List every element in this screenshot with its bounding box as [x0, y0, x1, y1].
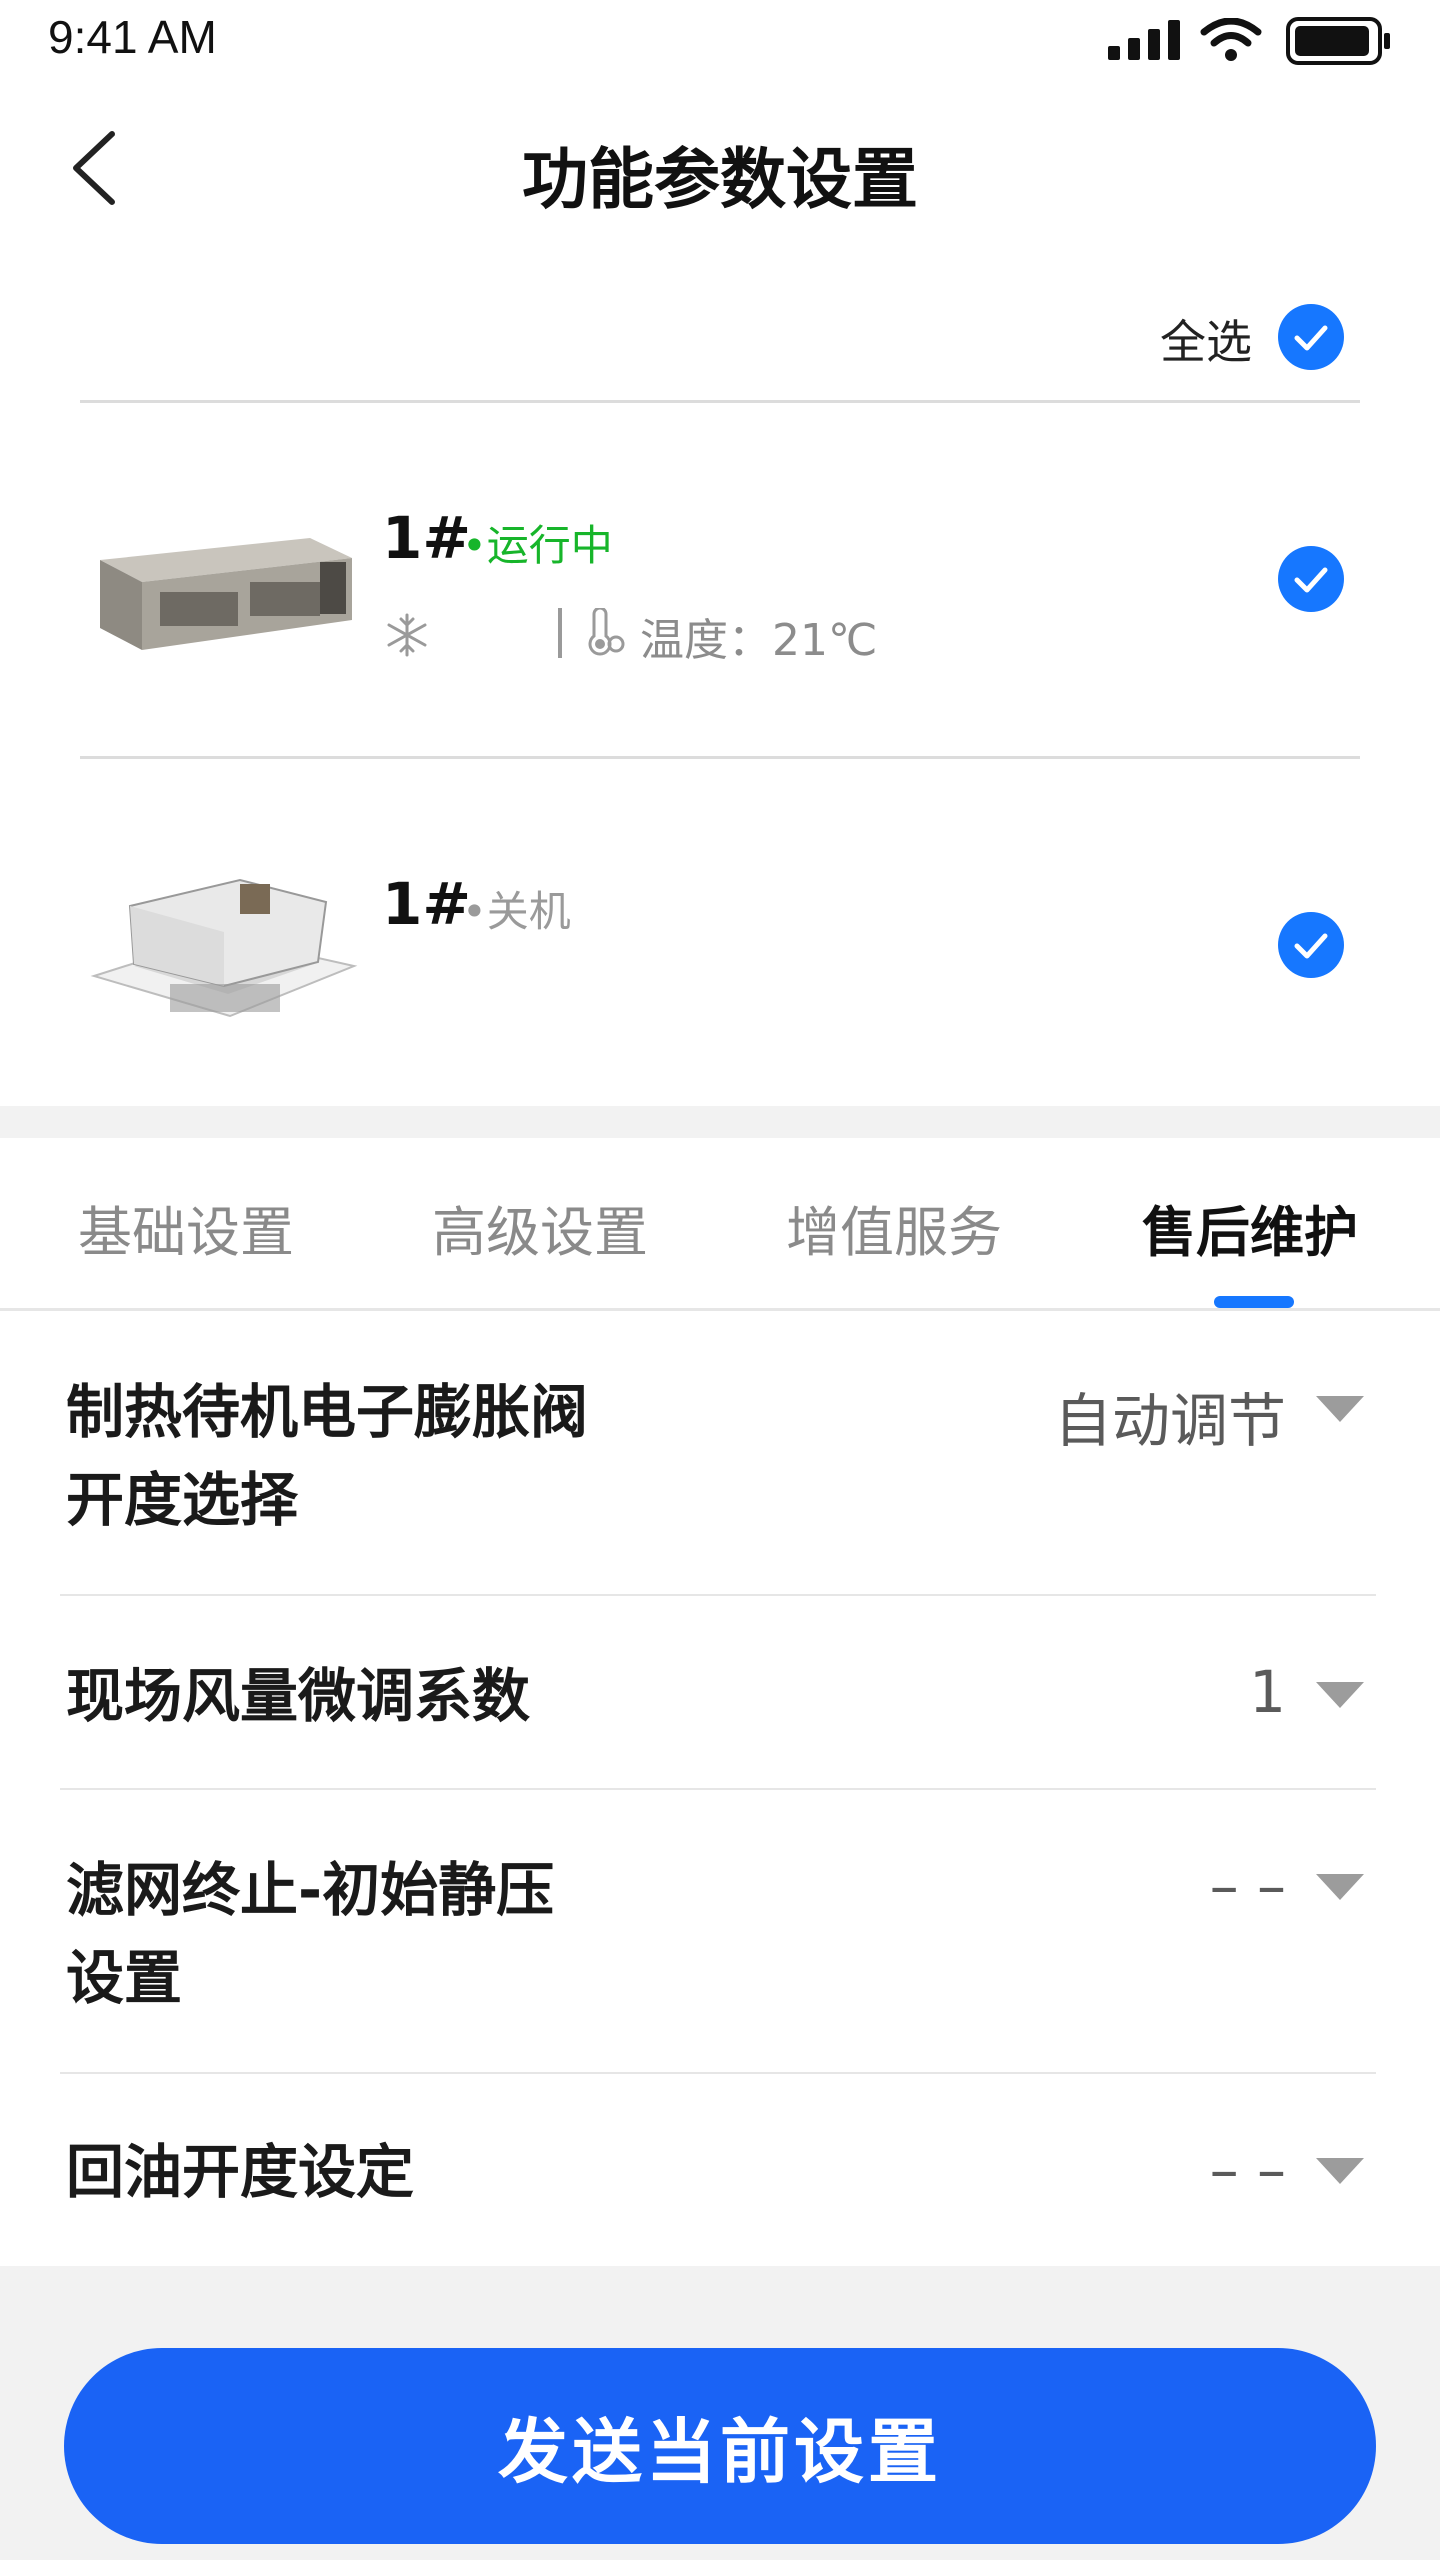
setting-value[interactable]: – – [1210, 1852, 1286, 1920]
dropdown-caret-icon[interactable] [1316, 1874, 1364, 1900]
device-status: •关机 [462, 887, 571, 936]
tab-value-added-services[interactable]: 增值服务 [786, 1188, 1002, 1267]
dropdown-caret-icon[interactable] [1316, 1682, 1364, 1708]
battery-icon [1286, 17, 1390, 65]
select-all-label[interactable]: 全选 [1100, 306, 1252, 372]
divider [80, 756, 1360, 759]
signal-icon [1108, 20, 1180, 60]
setting-label: 回油开度设定 [66, 2138, 415, 2206]
tab-after-sales[interactable]: 售后维护 [1142, 1188, 1358, 1267]
setting-label: 制热待机电子膨胀阀 开度选择 [66, 1378, 589, 1534]
meta-separator [558, 608, 562, 658]
dropdown-caret-icon[interactable] [1316, 1396, 1364, 1422]
cassette-unit-image [90, 878, 358, 1018]
send-settings-button[interactable]: 发送当前设置 [64, 2348, 1376, 2544]
divider [0, 1308, 1440, 1311]
dropdown-caret-icon[interactable] [1316, 2158, 1364, 2184]
setting-label: 现场风量微调系数 [66, 1662, 531, 1730]
device-name: 1# [382, 870, 471, 938]
device-name: 1# [382, 504, 471, 572]
tab-advanced-settings[interactable]: 高级设置 [432, 1188, 648, 1267]
page-title: 功能参数设置 [522, 141, 918, 218]
check-icon [1294, 933, 1328, 959]
wifi-icon [1200, 18, 1262, 61]
device-checkbox[interactable] [1278, 912, 1344, 978]
section-gap [0, 1106, 1440, 1138]
device-status: •运行中 [462, 521, 613, 570]
check-icon [1294, 567, 1328, 593]
thermometer-icon [588, 608, 625, 656]
snowflake-icon [387, 613, 427, 657]
ducted-unit-image [100, 538, 352, 650]
tab-basic-settings[interactable]: 基础设置 [78, 1188, 294, 1267]
device-checkbox[interactable] [1278, 546, 1344, 612]
tab-indicator [1214, 1296, 1294, 1308]
select-all-checkbox[interactable] [1278, 304, 1344, 370]
setting-label: 滤网终止-初始静压 设置 [66, 1856, 555, 2012]
setting-value[interactable]: 1 [1249, 1658, 1286, 1726]
status-time: 9:41 AM [48, 11, 217, 63]
setting-value[interactable]: 自动调节 [1054, 1374, 1286, 1458]
check-icon [1294, 325, 1328, 351]
setting-value[interactable]: – – [1210, 2136, 1286, 2204]
device-temperature: 温度：21℃ [640, 615, 878, 666]
